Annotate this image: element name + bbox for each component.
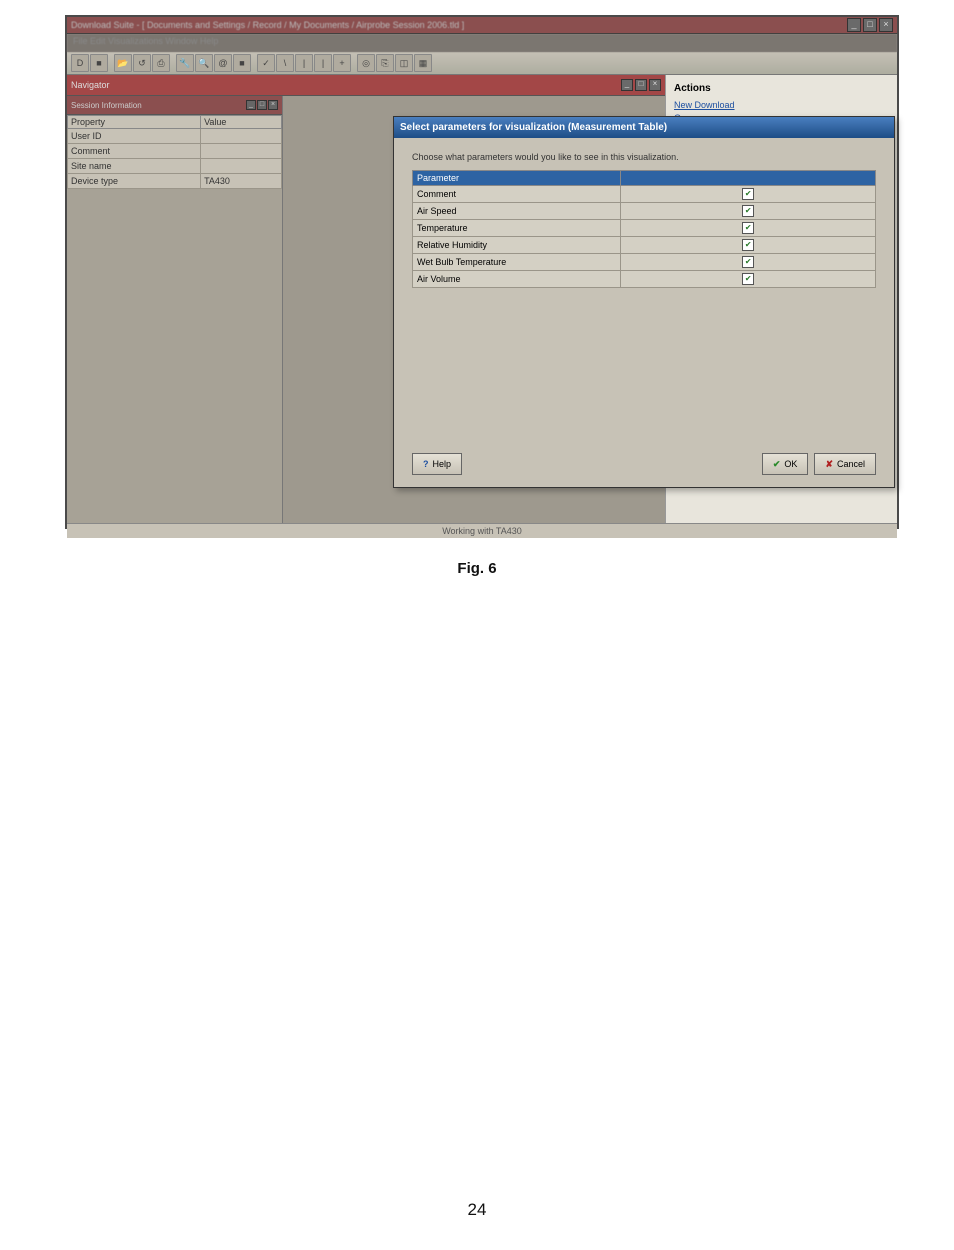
ok-button[interactable]: ✔ OK [762, 453, 809, 475]
toolbar-button-2[interactable]: 📂 [114, 54, 132, 72]
toolbar-button-14[interactable]: ◎ [357, 54, 375, 72]
toolbar-button-17[interactable]: ▦ [414, 54, 432, 72]
toolbar-button-8[interactable]: ■ [233, 54, 251, 72]
property-name: Device type [68, 174, 201, 189]
param-header: Parameter [413, 171, 621, 186]
action-link[interactable]: New Download [674, 100, 889, 110]
nav-min-icon[interactable]: _ [621, 79, 633, 91]
select-parameters-dialog: Select parameters for visualization (Mea… [393, 116, 895, 488]
toolbar-button-12[interactable]: | [314, 54, 332, 72]
parameter-checkbox[interactable]: ✔ [742, 239, 754, 251]
property-value [201, 129, 282, 144]
status-text: Working with TA430 [442, 526, 522, 536]
navigator-header: Navigator _ □ × [67, 75, 665, 96]
toolbar-button-0[interactable]: D [71, 54, 89, 72]
help-icon: ? [423, 459, 429, 469]
ok-label: OK [784, 459, 797, 469]
parameter-checkbox[interactable]: ✔ [742, 205, 754, 217]
parameter-name: Temperature [413, 220, 621, 237]
parameter-row: Temperature ✔ [413, 220, 876, 237]
toolbar-button-5[interactable]: 🔧 [176, 54, 194, 72]
property-value [201, 144, 282, 159]
nav-max-icon[interactable]: □ [635, 79, 647, 91]
parameter-name: Air Speed [413, 203, 621, 220]
panel-min-icon[interactable]: _ [246, 100, 256, 110]
x-icon: ✘ [825, 459, 833, 470]
menubar[interactable]: File Edit Visualizations Window Help [67, 34, 897, 52]
parameter-name: Comment [413, 186, 621, 203]
toolbar-button-4[interactable]: ⎙ [152, 54, 170, 72]
parameter-row: Wet Bulb Temperature ✔ [413, 254, 876, 271]
window-title: Download Suite - [ Documents and Setting… [71, 20, 847, 30]
property-value [201, 159, 282, 174]
property-name: Site name [68, 159, 201, 174]
help-label: Help [433, 459, 452, 469]
param-check-header [621, 171, 876, 186]
property-name: Comment [68, 144, 201, 159]
minimize-button[interactable]: _ [847, 18, 861, 32]
app-window: Download Suite - [ Documents and Setting… [65, 15, 899, 529]
close-button[interactable]: × [879, 18, 893, 32]
actions-header: Actions [674, 83, 889, 94]
dialog-instruction: Choose what parameters would you like to… [412, 152, 876, 162]
maximize-button[interactable]: □ [863, 18, 877, 32]
toolbar-button-10[interactable]: \ [276, 54, 294, 72]
property-value: TA430 [201, 174, 282, 189]
parameter-row: Relative Humidity ✔ [413, 237, 876, 254]
parameter-row: Air Volume ✔ [413, 271, 876, 288]
parameter-checkbox[interactable]: ✔ [742, 222, 754, 234]
figure-caption: Fig. 6 [0, 560, 954, 577]
session-info-header: Session Information _ □ × [67, 96, 282, 115]
nav-close-icon[interactable]: × [649, 79, 661, 91]
property-name: User ID [68, 129, 201, 144]
toolbar: D■📂↺⎙🔧🔍@■✓\||+◎⎘◫▦ [67, 52, 897, 75]
property-row: User ID [68, 129, 282, 144]
property-row: Comment [68, 144, 282, 159]
toolbar-button-11[interactable]: | [295, 54, 313, 72]
check-icon: ✔ [773, 459, 781, 470]
help-button[interactable]: ? Help [412, 453, 462, 475]
navigator-label: Navigator [71, 80, 110, 90]
panel-close-icon[interactable]: × [268, 100, 278, 110]
parameter-name: Wet Bulb Temperature [413, 254, 621, 271]
property-row: Device typeTA430 [68, 174, 282, 189]
session-info-panel: Session Information _ □ × Property Value [67, 96, 283, 523]
toolbar-button-1[interactable]: ■ [90, 54, 108, 72]
toolbar-button-16[interactable]: ◫ [395, 54, 413, 72]
canvas-area: Select parameters for visualization (Mea… [283, 96, 665, 523]
prop-col-value: Value [201, 116, 282, 129]
toolbar-button-15[interactable]: ⎘ [376, 54, 394, 72]
window-titlebar: Download Suite - [ Documents and Setting… [67, 17, 897, 34]
cancel-button[interactable]: ✘ Cancel [814, 453, 876, 475]
parameter-row: Air Speed ✔ [413, 203, 876, 220]
panel-res-icon[interactable]: □ [257, 100, 267, 110]
prop-col-property: Property [68, 116, 201, 129]
property-row: Site name [68, 159, 282, 174]
parameter-checkbox[interactable]: ✔ [742, 256, 754, 268]
cancel-label: Cancel [837, 459, 865, 469]
session-info-title: Session Information [71, 101, 142, 110]
page-number: 24 [0, 1200, 954, 1220]
toolbar-button-7[interactable]: @ [214, 54, 232, 72]
toolbar-button-6[interactable]: 🔍 [195, 54, 213, 72]
parameter-checkbox[interactable]: ✔ [742, 273, 754, 285]
dialog-title: Select parameters for visualization (Mea… [394, 117, 894, 138]
toolbar-button-13[interactable]: + [333, 54, 351, 72]
parameters-table: Parameter Comment ✔ Air Speed ✔ Temperature ✔… [412, 170, 876, 288]
status-bar: Working with TA430 [67, 523, 897, 538]
parameter-checkbox[interactable]: ✔ [742, 188, 754, 200]
parameter-name: Air Volume [413, 271, 621, 288]
parameter-row: Comment ✔ [413, 186, 876, 203]
parameter-name: Relative Humidity [413, 237, 621, 254]
toolbar-button-3[interactable]: ↺ [133, 54, 151, 72]
toolbar-button-9[interactable]: ✓ [257, 54, 275, 72]
properties-table: Property Value User IDCommentSite nameDe… [67, 115, 282, 189]
window-controls: _ □ × [847, 18, 893, 32]
